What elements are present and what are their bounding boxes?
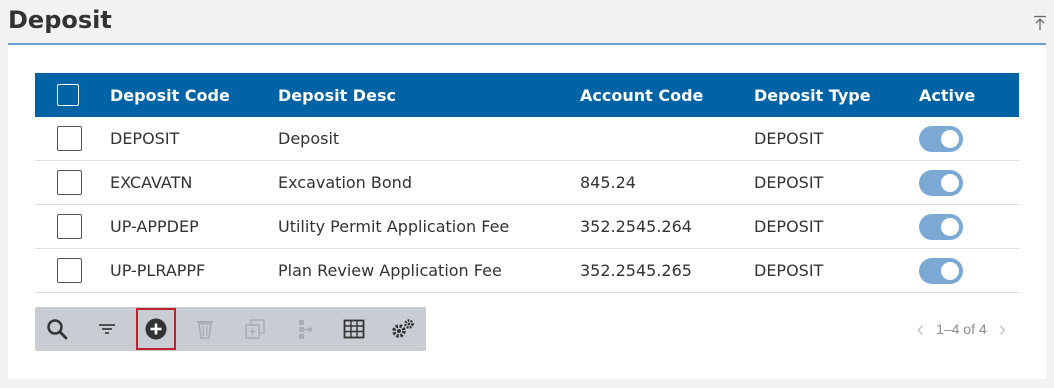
settings-icon [392,319,414,338]
deposit-code-cell: EXCAVATN [110,160,278,205]
select-all-checkbox[interactable] [57,84,79,106]
toggle-knob [941,217,959,236]
deposit-desc-cell: Plan Review Application Fee [278,248,580,293]
filter-icon [99,324,115,334]
page-title: Deposit [8,6,112,34]
search-icon [47,319,68,340]
filter-button[interactable] [91,313,123,345]
deposit-type-cell: DEPOSIT [754,160,919,205]
title-bar: Deposit [0,0,1054,46]
toggle-knob [941,173,959,192]
column-header-deposit-code[interactable]: Deposit Code [110,73,278,117]
collapse-top-icon[interactable] [1033,15,1047,31]
column-header-deposit-type[interactable]: Deposit Type [754,73,919,117]
copy-icon [245,319,265,339]
table-row[interactable]: UP-APPDEP Utility Permit Application Fee… [35,204,1019,249]
hierarchy-button[interactable] [289,313,321,345]
account-code-cell [580,117,754,161]
deposit-type-cell: DEPOSIT [754,248,919,293]
column-header-active[interactable]: Active [919,73,1019,117]
account-code-cell: 352.2545.265 [580,248,754,293]
table-header-row: Deposit Code Deposit Desc Account Code D… [35,73,1019,117]
delete-icon [197,321,213,339]
page-range-label: 1–4 of 4 [936,321,987,337]
row-checkbox[interactable] [57,214,82,239]
add-icon [145,318,167,340]
table-row[interactable]: UP-PLRAPPF Plan Review Application Fee 3… [35,248,1019,293]
table-view-button[interactable] [338,313,370,345]
account-code-cell: 845.24 [580,160,754,205]
deposit-desc-cell: Deposit [278,117,580,161]
row-checkbox[interactable] [57,126,82,151]
account-code-cell: 352.2545.264 [580,204,754,249]
table-row[interactable]: EXCAVATN Excavation Bond 845.24 DEPOSIT [35,160,1019,205]
pager: ‹ 1–4 of 4 › [917,315,1006,343]
toggle-knob [941,261,959,280]
active-toggle[interactable] [919,169,963,196]
column-header-deposit-desc[interactable]: Deposit Desc [278,73,580,117]
deposit-type-cell: DEPOSIT [754,204,919,249]
grid-toolbar [35,307,426,351]
copy-button[interactable] [239,313,271,345]
active-toggle[interactable] [919,213,963,240]
deposit-desc-cell: Utility Permit Application Fee [278,204,580,249]
toggle-knob [941,129,959,148]
deposit-type-cell: DEPOSIT [754,117,919,161]
delete-button[interactable] [189,313,221,345]
column-header-account-code[interactable]: Account Code [580,73,754,117]
hierarchy-icon [299,320,312,339]
table-row[interactable]: DEPOSIT Deposit DEPOSIT [35,117,1019,161]
search-button[interactable] [41,313,73,345]
prev-page-button[interactable]: ‹ [917,318,924,340]
deposit-table: Deposit Code Deposit Desc Account Code D… [35,73,1019,293]
add-button[interactable] [136,308,176,350]
deposit-panel: Deposit Code Deposit Desc Account Code D… [8,45,1046,379]
active-toggle[interactable] [919,125,963,152]
deposit-code-cell: UP-PLRAPPF [110,248,278,293]
deposit-code-cell: DEPOSIT [110,117,278,161]
active-toggle[interactable] [919,257,963,284]
row-checkbox[interactable] [57,170,82,195]
next-page-button[interactable]: › [999,318,1006,340]
table-view-icon [343,319,365,339]
deposit-desc-cell: Excavation Bond [278,160,580,205]
settings-button[interactable] [387,313,419,345]
deposit-code-cell: UP-APPDEP [110,204,278,249]
row-checkbox[interactable] [57,258,82,283]
